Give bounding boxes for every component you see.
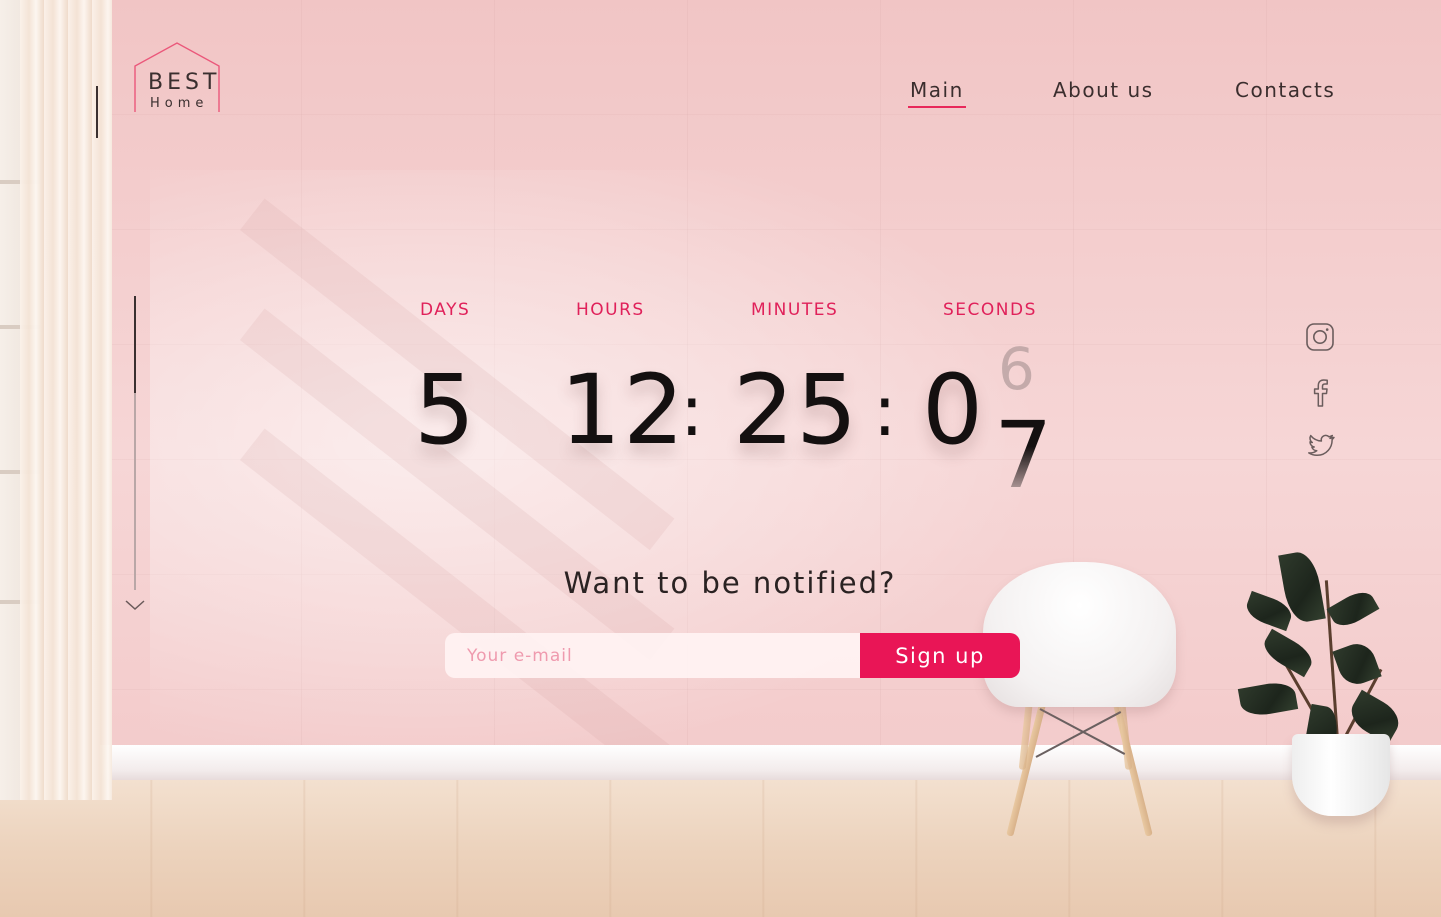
notify-heading: Want to be notified? (563, 566, 897, 600)
minutes-label: MINUTES (751, 300, 839, 320)
nav-item-contacts[interactable]: Contacts (1235, 78, 1335, 102)
baseboard (100, 745, 1441, 781)
days-value: 5 (414, 354, 478, 466)
logo[interactable]: BEST Home (133, 42, 221, 116)
wood-floor (0, 780, 1441, 917)
scroll-thumb[interactable] (134, 296, 136, 393)
seconds-tens-value: 0 (922, 354, 986, 466)
twitter-icon[interactable] (1304, 430, 1336, 462)
time-separator: : (680, 370, 704, 452)
email-field[interactable] (445, 633, 860, 678)
days-label: DAYS (420, 300, 471, 320)
chevron-down-icon[interactable] (124, 598, 146, 612)
logo-subtitle: Home (150, 96, 209, 111)
seconds-ones-incoming: 6 (998, 335, 1035, 403)
instagram-icon[interactable] (1304, 321, 1336, 353)
background-scene (0, 0, 1441, 917)
hours-value: 12 (560, 354, 687, 466)
nav-item-main[interactable]: Main (908, 78, 966, 108)
seconds-ones-outgoing: 7 (994, 402, 1053, 509)
nav-item-about[interactable]: About us (1053, 78, 1154, 102)
sign-up-button[interactable]: Sign up (860, 633, 1020, 678)
side-accent-line (96, 86, 98, 138)
hours-label: HOURS (576, 300, 645, 320)
plant-pot (1292, 734, 1390, 816)
logo-title: BEST (148, 70, 221, 95)
minutes-value: 25 (733, 354, 860, 466)
seconds-label: SECONDS (943, 300, 1037, 320)
time-separator: : (873, 370, 897, 452)
curtain (20, 0, 112, 800)
facebook-icon[interactable] (1304, 376, 1336, 408)
